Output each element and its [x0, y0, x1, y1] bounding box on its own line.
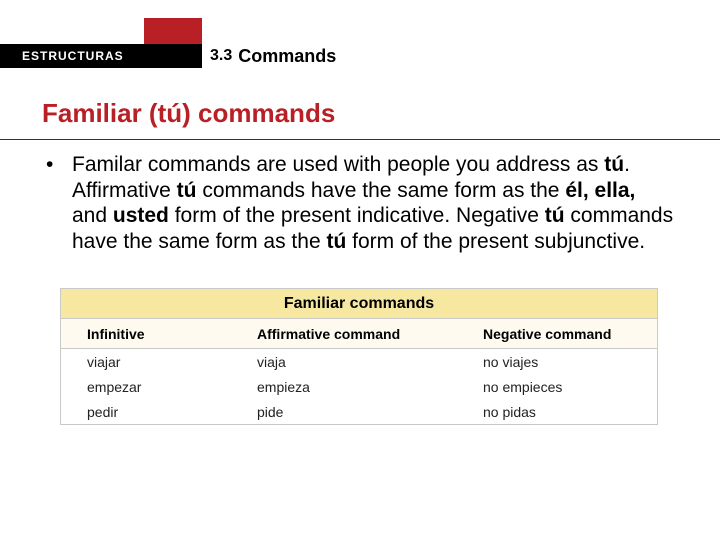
t5: commands have the same form as the — [196, 179, 565, 202]
table-row: viajar viaja no viajes — [61, 349, 657, 374]
t9: form of the present indicative. Negative — [169, 204, 545, 227]
col-negative: Negative command — [457, 319, 657, 348]
section-title: Familiar (tú) commands — [42, 98, 720, 129]
t4: tú — [177, 179, 197, 202]
t1: Familar commands are used with people yo… — [72, 153, 604, 176]
brand-bar: ESTRUCTURAS — [0, 44, 202, 68]
t10: tú — [545, 204, 565, 227]
header: ESTRUCTURAS 3.3 Commands — [0, 44, 720, 76]
cell: no viajes — [457, 349, 657, 374]
cell: empieza — [231, 374, 457, 399]
t13: form of the present subjunctive. — [346, 230, 645, 253]
t12: tú — [326, 230, 346, 253]
commands-table: Familiar commands Infinitive Affirmative… — [60, 288, 658, 425]
t6: él, ella, — [565, 179, 635, 202]
divider — [0, 139, 720, 140]
section-title-b: tú — [158, 98, 183, 128]
chapter-number: 3.3 — [210, 47, 232, 65]
chapter-heading: 3.3 Commands — [210, 44, 336, 68]
cell: pide — [231, 399, 457, 424]
bullet-paragraph: • Familar commands are used with people … — [46, 152, 674, 254]
table-row: empezar empieza no empieces — [61, 374, 657, 399]
bullet-text: Familar commands are used with people yo… — [72, 152, 674, 254]
cell: viaja — [231, 349, 457, 374]
cell: empezar — [61, 374, 231, 399]
cell: no pidas — [457, 399, 657, 424]
cell: viajar — [61, 349, 231, 374]
col-infinitive: Infinitive — [61, 319, 231, 348]
red-accent-box — [144, 18, 202, 44]
table-row: pedir pide no pidas — [61, 399, 657, 424]
col-affirmative: Affirmative command — [231, 319, 457, 348]
bullet-marker: • — [46, 152, 72, 254]
cell: pedir — [61, 399, 231, 424]
t7: and — [72, 204, 113, 227]
t8: usted — [113, 204, 169, 227]
table-header-row: Infinitive Affirmative command Negative … — [61, 319, 657, 349]
brand-label: ESTRUCTURAS — [22, 49, 124, 63]
chapter-title: Commands — [238, 46, 336, 67]
section-title-c: ) commands — [182, 98, 335, 128]
table-body: viajar viaja no viajes empezar empieza n… — [61, 349, 657, 424]
cell: no empieces — [457, 374, 657, 399]
table-title: Familiar commands — [61, 289, 657, 319]
section-title-a: Familiar ( — [42, 98, 158, 128]
slide: ESTRUCTURAS 3.3 Commands Familiar (tú) c… — [0, 44, 720, 540]
t2: tú — [604, 153, 624, 176]
